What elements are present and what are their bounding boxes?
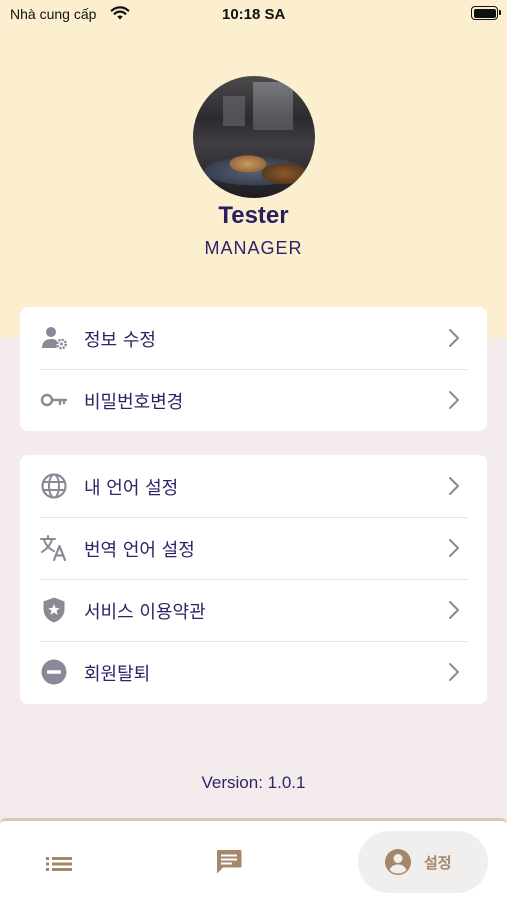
chevron-right-icon — [449, 663, 459, 681]
profile-name: Tester — [218, 202, 289, 229]
status-time: 10:18 SA — [222, 6, 286, 23]
chevron-right-icon — [449, 477, 459, 495]
menu-item-label: 서비스 이용약관 — [84, 602, 206, 623]
chevron-right-icon — [449, 601, 459, 619]
chevron-right-icon — [449, 539, 459, 557]
menu-item-my-language[interactable]: 내 언어 설정 — [20, 455, 487, 517]
chat-icon[interactable] — [215, 847, 243, 875]
menu-item-edit-info[interactable]: 정보 수정 — [20, 307, 487, 369]
tab-settings-label: 설정 — [424, 854, 452, 872]
menu-item-label: 회원탈퇴 — [84, 664, 151, 685]
battery-icon — [471, 6, 501, 20]
profile-role: MANAGER — [204, 238, 303, 258]
chevron-right-icon — [449, 391, 459, 409]
bottom-tab-bar: 설정 — [0, 818, 507, 900]
menu-item-label: 내 언어 설정 — [84, 478, 179, 499]
wifi-icon — [110, 6, 130, 20]
account-settings-card: 정보 수정 비밀번호변경 — [20, 307, 487, 431]
chevron-right-icon — [449, 329, 459, 347]
menu-item-label: 번역 언어 설정 — [84, 540, 195, 561]
app-version: Version: 1.0.1 — [201, 773, 306, 792]
list-icon[interactable] — [46, 854, 72, 874]
menu-item-change-password[interactable]: 비밀번호변경 — [20, 369, 487, 431]
menu-item-label: 비밀번호변경 — [84, 392, 184, 413]
shield-star-icon — [43, 597, 65, 623]
translate-icon — [40, 535, 67, 562]
user-gear-icon — [42, 327, 67, 350]
profile-avatar[interactable] — [193, 76, 315, 198]
menu-item-withdraw-membership[interactable]: 회원탈퇴 — [20, 641, 487, 703]
account-circle-icon — [385, 849, 411, 875]
app-settings-card: 내 언어 설정 번역 언어 설정 서비스 이용약관 회원탈퇴 — [20, 455, 487, 704]
status-bar: Nhà cung cấp 10:18 SA — [0, 0, 507, 30]
globe-icon — [41, 473, 67, 499]
menu-item-translation-language[interactable]: 번역 언어 설정 — [20, 517, 487, 579]
carrier-name: Nhà cung cấp — [10, 6, 97, 22]
tab-settings[interactable]: 설정 — [358, 831, 488, 893]
key-icon — [40, 393, 68, 407]
menu-item-terms-of-service[interactable]: 서비스 이용약관 — [20, 579, 487, 641]
minus-circle-icon — [41, 659, 67, 685]
menu-item-label: 정보 수정 — [84, 330, 156, 351]
